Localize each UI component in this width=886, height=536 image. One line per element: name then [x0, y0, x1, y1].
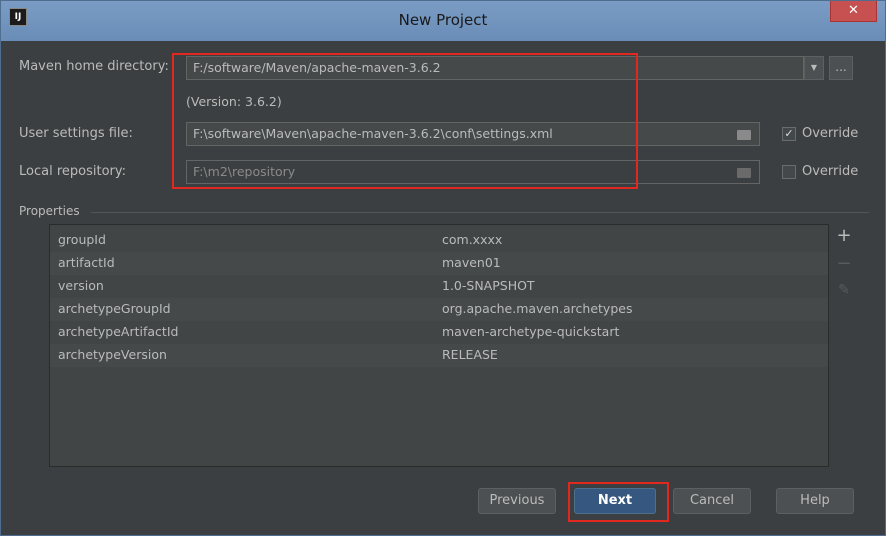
user-settings-override-label: Override [802, 126, 859, 141]
table-row[interactable]: groupId com.xxxx [50, 229, 828, 252]
local-repository-override-checkbox[interactable] [782, 165, 796, 179]
table-row[interactable]: archetypeVersion RELEASE [50, 344, 828, 367]
table-toolbar: + − ✎ [833, 224, 855, 467]
browse-button[interactable]: ... [829, 56, 853, 80]
property-key: groupId [58, 232, 106, 247]
property-value: maven01 [442, 255, 501, 270]
folder-icon[interactable] [737, 168, 751, 178]
properties-section-title: Properties [19, 204, 80, 218]
property-key: archetypeArtifactId [58, 324, 179, 339]
maven-home-label: Maven home directory: [19, 59, 169, 74]
table-row[interactable]: version 1.0-SNAPSHOT [50, 275, 828, 298]
user-settings-override-checkbox[interactable]: ✓ [782, 127, 796, 141]
highlight-box-next [568, 482, 669, 522]
local-repository-override-label: Override [802, 164, 859, 179]
local-repository-label: Local repository: [19, 164, 126, 179]
property-key: artifactId [58, 255, 115, 270]
dialog-title: New Project [398, 11, 488, 29]
highlight-box-maven-settings [172, 53, 638, 189]
table-row[interactable]: archetypeGroupId org.apache.maven.archet… [50, 298, 828, 321]
new-project-dialog: IJ New Project ✕ Maven home directory: F… [0, 0, 886, 536]
property-key: version [58, 278, 104, 293]
remove-icon[interactable]: − [833, 252, 855, 276]
table-row[interactable]: artifactId maven01 [50, 252, 828, 275]
edit-icon[interactable]: ✎ [833, 278, 855, 302]
close-button[interactable]: ✕ [830, 1, 877, 22]
previous-button[interactable]: Previous [478, 488, 556, 514]
property-value: 1.0-SNAPSHOT [442, 278, 535, 293]
cancel-button[interactable]: Cancel [673, 488, 751, 514]
property-key: archetypeGroupId [58, 301, 171, 316]
help-button[interactable]: Help [776, 488, 854, 514]
add-icon[interactable]: + [833, 224, 855, 248]
property-value: RELEASE [442, 347, 498, 362]
properties-table[interactable]: groupId com.xxxx artifactId maven01 vers… [49, 224, 829, 467]
chevron-down-icon[interactable]: ▼ [804, 56, 824, 80]
property-key: archetypeVersion [58, 347, 167, 362]
property-value: org.apache.maven.archetypes [442, 301, 633, 316]
dialog-content: Maven home directory: F:/software/Maven/… [9, 42, 877, 529]
user-settings-label: User settings file: [19, 126, 133, 141]
property-value: maven-archetype-quickstart [442, 324, 620, 339]
table-row[interactable]: archetypeArtifactId maven-archetype-quic… [50, 321, 828, 344]
title-bar: IJ New Project ✕ [1, 1, 885, 41]
folder-icon[interactable] [737, 130, 751, 140]
property-value: com.xxxx [442, 232, 503, 247]
section-divider [91, 212, 869, 213]
